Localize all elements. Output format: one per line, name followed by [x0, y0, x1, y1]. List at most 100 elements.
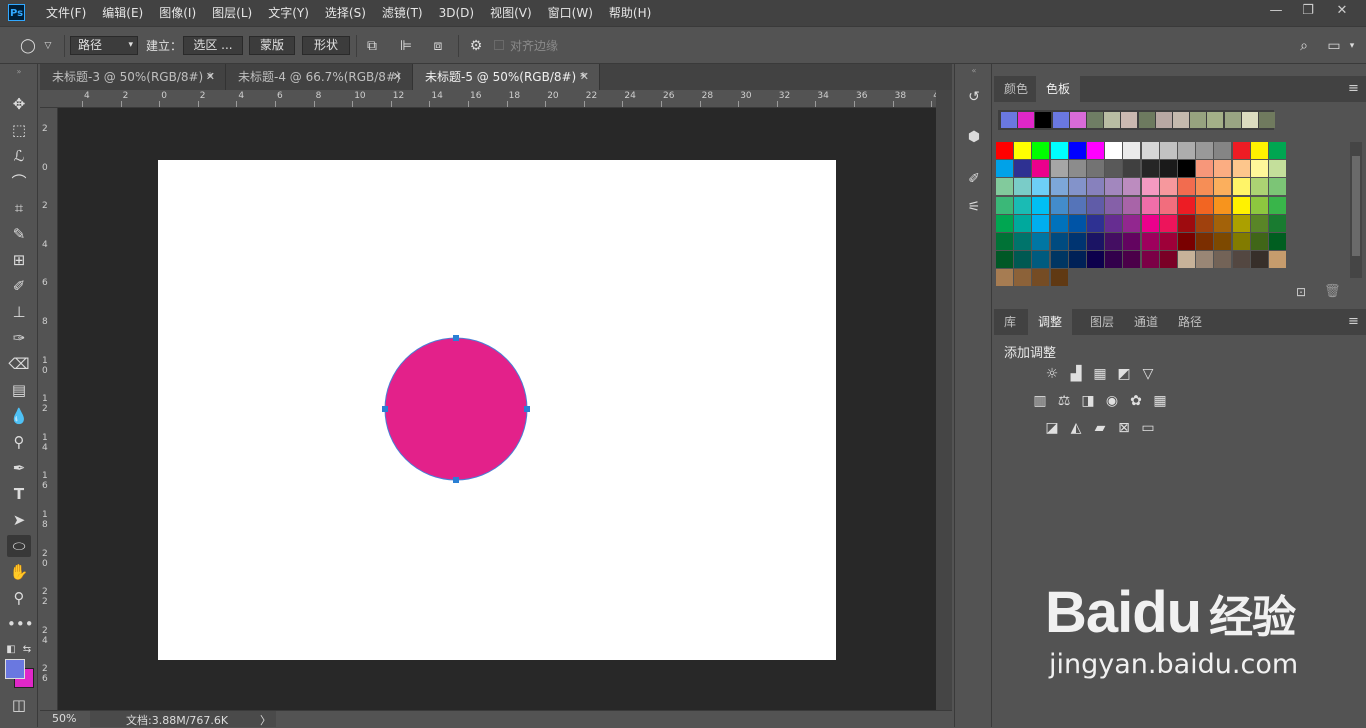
- panel-tab[interactable]: 通道: [1124, 309, 1168, 335]
- tool-mode-select[interactable]: 路径 ▾: [70, 36, 138, 55]
- color-swatch[interactable]: [996, 251, 1013, 269]
- color-swatch[interactable]: [1232, 251, 1250, 269]
- hue-saturation-icon[interactable]: ▥: [1030, 392, 1050, 410]
- quick-mask-icon[interactable]: ◫: [7, 694, 31, 716]
- align-edges-checkbox[interactable]: [494, 40, 504, 50]
- search-icon[interactable]: ⌕: [1294, 36, 1314, 56]
- menu-item[interactable]: 编辑(E): [94, 0, 151, 26]
- color-swatch[interactable]: [1196, 214, 1214, 232]
- color-swatch[interactable]: [1232, 178, 1250, 196]
- menu-item[interactable]: 选择(S): [317, 0, 374, 26]
- make-selection-button[interactable]: 选区 ...: [183, 36, 243, 55]
- color-swatch[interactable]: [1196, 142, 1214, 159]
- recent-swatch[interactable]: [1173, 112, 1189, 128]
- color-swatch[interactable]: [1014, 142, 1032, 159]
- color-swatch[interactable]: [1014, 196, 1032, 214]
- color-swatch[interactable]: [1068, 178, 1086, 196]
- zoom-tool-icon[interactable]: ⚲: [7, 587, 31, 609]
- color-swatch[interactable]: [1123, 142, 1141, 159]
- crop-tool-icon[interactable]: ⌗: [7, 197, 31, 219]
- color-swatch[interactable]: [996, 269, 1013, 287]
- color-swatch[interactable]: [1123, 251, 1141, 269]
- color-swatch[interactable]: [996, 214, 1013, 232]
- panel-tab[interactable]: 图层: [1080, 309, 1124, 335]
- color-swatch[interactable]: [1032, 196, 1050, 214]
- ellipse-tool-icon[interactable]: ◯: [18, 36, 38, 56]
- color-swatch[interactable]: [1159, 251, 1177, 269]
- menu-item[interactable]: 文字(Y): [260, 0, 317, 26]
- color-swatch[interactable]: [1068, 196, 1086, 214]
- workspace-icon[interactable]: ▭: [1324, 36, 1344, 56]
- color-swatch[interactable]: [1232, 160, 1250, 178]
- color-swatch[interactable]: [1178, 196, 1195, 214]
- panel-menu-icon[interactable]: ≡: [1348, 81, 1359, 96]
- recent-swatch[interactable]: [1138, 112, 1155, 128]
- menu-item[interactable]: 帮助(H): [601, 0, 659, 26]
- foreground-color-swatch[interactable]: [5, 659, 25, 679]
- color-swatch[interactable]: [1105, 196, 1123, 214]
- threshold-icon[interactable]: ▰: [1090, 419, 1110, 437]
- color-swatch[interactable]: [996, 160, 1013, 178]
- color-swatch[interactable]: [996, 196, 1013, 214]
- color-swatch[interactable]: [1159, 160, 1177, 178]
- curves-icon[interactable]: ▦: [1090, 365, 1110, 383]
- black-white-icon[interactable]: ◨: [1078, 392, 1098, 410]
- color-swatch[interactable]: [1269, 196, 1286, 214]
- color-swatch[interactable]: [1068, 160, 1086, 178]
- color-swatch[interactable]: [1250, 214, 1268, 232]
- posterize-icon[interactable]: ◭: [1066, 419, 1086, 437]
- color-swatch[interactable]: [1178, 142, 1195, 159]
- color-swatch[interactable]: [1250, 251, 1268, 269]
- color-swatch[interactable]: [1087, 178, 1104, 196]
- ellipse-shape[interactable]: [380, 335, 532, 487]
- brightness-contrast-icon[interactable]: ☼: [1042, 365, 1062, 383]
- document-tab[interactable]: 未标题-3 @ 50%(RGB/8#) * ✕: [40, 64, 226, 90]
- color-swatch[interactable]: [1032, 233, 1050, 250]
- history-panel-icon[interactable]: ↺: [963, 86, 985, 108]
- color-swatch[interactable]: [1123, 196, 1141, 214]
- collapse-icon[interactable]: «: [963, 66, 985, 76]
- collapse-icon[interactable]: »: [7, 68, 31, 76]
- color-swatch[interactable]: [1032, 251, 1050, 269]
- gradient-tool-icon[interactable]: ▤: [7, 379, 31, 401]
- path-selection-tool-icon[interactable]: ➤: [7, 509, 31, 531]
- recent-swatch[interactable]: [1052, 112, 1069, 128]
- color-swatch[interactable]: [1159, 178, 1177, 196]
- color-swatch[interactable]: [1269, 178, 1286, 196]
- swatch-scrollbar[interactable]: [1350, 142, 1362, 278]
- color-swatch[interactable]: [1087, 233, 1104, 250]
- color-swatch[interactable]: [1250, 160, 1268, 178]
- color-swatch[interactable]: [996, 233, 1013, 250]
- color-swatch[interactable]: [1214, 233, 1232, 250]
- move-tool-icon[interactable]: ✥: [7, 93, 31, 115]
- color-swatch[interactable]: [1196, 196, 1214, 214]
- color-swatch[interactable]: [1087, 142, 1104, 159]
- color-swatch[interactable]: [1050, 142, 1068, 159]
- color-swatch[interactable]: [1141, 251, 1159, 269]
- panel-tab[interactable]: 颜色: [994, 76, 1038, 102]
- panel-tab[interactable]: 调整: [1028, 309, 1073, 335]
- marquee-tool-icon[interactable]: ⬚: [7, 119, 31, 141]
- color-swatch[interactable]: [1214, 214, 1232, 232]
- color-swatch[interactable]: [1014, 160, 1032, 178]
- zoom-level[interactable]: 50%: [52, 712, 76, 725]
- quick-selection-tool-icon[interactable]: ⌒: [7, 171, 31, 193]
- color-lookup-icon[interactable]: ▦: [1150, 392, 1170, 410]
- recent-swatch[interactable]: [1035, 112, 1052, 128]
- color-swatch[interactable]: [1014, 214, 1032, 232]
- menu-item[interactable]: 图像(I): [151, 0, 204, 26]
- type-tool-icon[interactable]: T: [7, 483, 31, 505]
- recent-swatch[interactable]: [1104, 112, 1121, 128]
- dodge-tool-icon[interactable]: ⚲: [7, 431, 31, 453]
- color-swatch[interactable]: [1269, 160, 1286, 178]
- color-swatch[interactable]: [1032, 178, 1050, 196]
- hand-tool-icon[interactable]: ✋: [7, 561, 31, 583]
- color-swatch[interactable]: [1050, 269, 1068, 287]
- menu-item[interactable]: 3D(D): [431, 0, 482, 26]
- color-swatch[interactable]: [1123, 178, 1141, 196]
- color-swatch[interactable]: [1141, 160, 1159, 178]
- eraser-tool-icon[interactable]: ⌫: [7, 353, 31, 375]
- color-swatch[interactable]: [1032, 160, 1050, 178]
- selective-color-icon[interactable]: ⊠: [1114, 419, 1134, 437]
- color-swatch[interactable]: [1068, 214, 1086, 232]
